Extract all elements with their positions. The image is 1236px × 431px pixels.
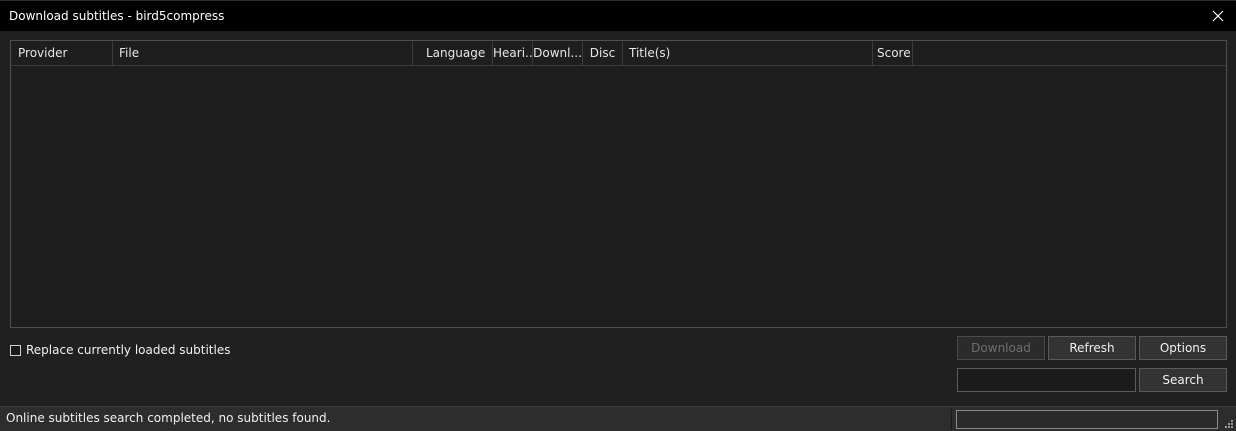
status-bar: Online subtitles search completed, no su… (0, 406, 1236, 431)
search-input[interactable] (957, 368, 1136, 392)
column-header-titles[interactable]: Title(s) (623, 41, 873, 65)
subtitles-list[interactable]: Provider File Language Heari... Downl...… (10, 40, 1227, 328)
column-header-disc[interactable]: Disc (583, 41, 623, 65)
status-message: Online subtitles search completed, no su… (6, 411, 331, 425)
search-button[interactable]: Search (1139, 368, 1227, 392)
status-divider (951, 409, 952, 430)
column-header-hearing-impaired[interactable]: Heari... (493, 41, 533, 65)
download-button[interactable]: Download (957, 336, 1045, 360)
refresh-button[interactable]: Refresh (1048, 336, 1136, 360)
column-header-file[interactable]: File (113, 41, 413, 65)
replace-subtitles-checkbox[interactable] (10, 344, 21, 356)
window-title: Download subtitles - bird5compress (9, 9, 225, 23)
column-header-score[interactable]: Score (873, 41, 913, 65)
resize-grip-icon[interactable] (1224, 419, 1234, 429)
close-button[interactable] (1208, 6, 1228, 26)
options-button[interactable]: Options (1139, 336, 1227, 360)
column-header-provider[interactable]: Provider (11, 41, 113, 65)
progress-bar (956, 410, 1218, 429)
column-header-language[interactable]: Language (413, 41, 493, 65)
list-body[interactable] (11, 66, 1226, 327)
list-header: Provider File Language Heari... Downl...… (11, 41, 1226, 66)
column-header-downloads[interactable]: Downl... (533, 41, 583, 65)
replace-subtitles-option[interactable]: Replace currently loaded subtitles (10, 342, 230, 358)
close-icon (1212, 10, 1224, 22)
replace-subtitles-label[interactable]: Replace currently loaded subtitles (26, 343, 230, 357)
title-bar: Download subtitles - bird5compress (0, 0, 1236, 31)
